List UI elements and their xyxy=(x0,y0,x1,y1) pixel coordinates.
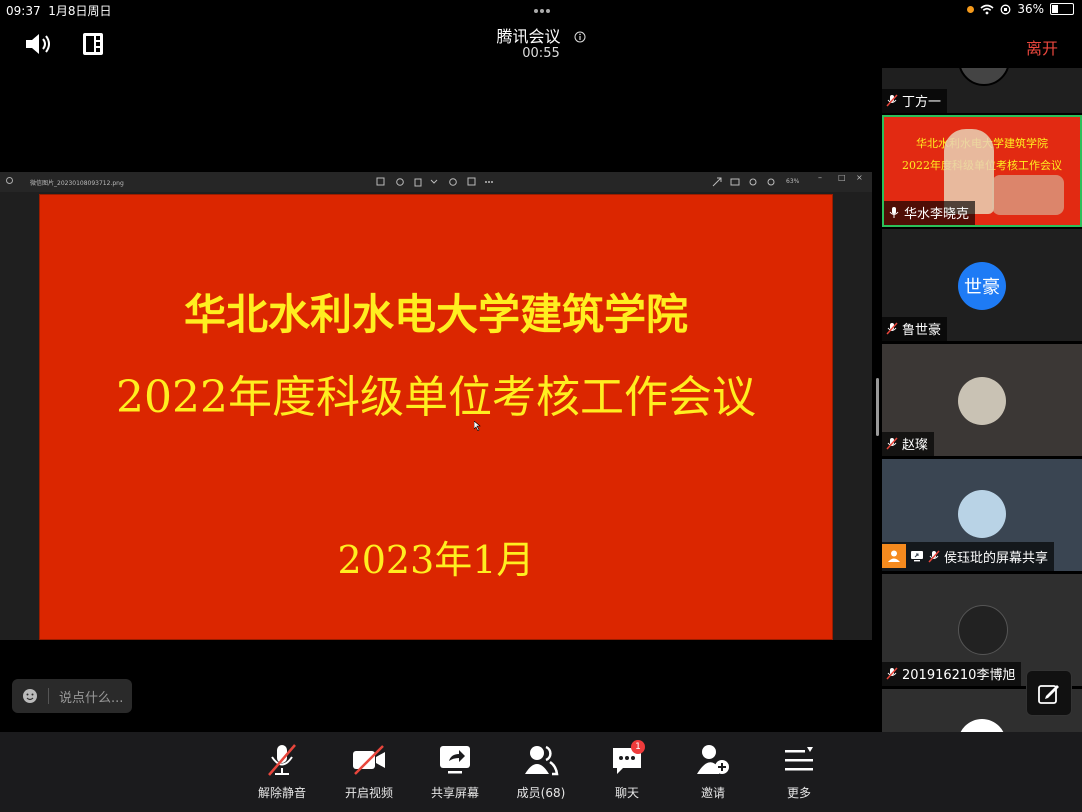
mouse-cursor-icon xyxy=(474,421,481,431)
wifi-icon xyxy=(980,4,994,14)
info-icon[interactable] xyxy=(574,31,586,43)
image-viewer-toolbar: 微信图片_20230108093712.png 63% – □ × xyxy=(0,172,872,192)
avatar xyxy=(958,719,1006,732)
slide-title: 华北水利水电大学建筑学院 xyxy=(183,290,688,339)
participant-list[interactable]: 丁方一 华北水利水电大学建筑学院 2022年度科级单位考核工作会议 华水李晓克 … xyxy=(880,68,1082,732)
screen-share-icon xyxy=(911,551,923,562)
viewer-zoom-level: 63% xyxy=(786,178,800,185)
avatar xyxy=(958,490,1006,538)
participant-label: 鲁世豪 xyxy=(882,317,948,341)
add-user-icon xyxy=(697,745,729,774)
participant-label: 201916210李博旭 xyxy=(882,662,1022,686)
viewer-filename: 微信图片_20230108093712.png xyxy=(30,180,124,187)
slide-subtitle: 2022年度科级单位考核工作会议 xyxy=(116,372,756,423)
chat-placeholder: 说点什么... xyxy=(59,690,124,706)
participant-tile[interactable]: 世豪 鲁世豪 xyxy=(882,229,1082,341)
window-close-icon[interactable]: × xyxy=(856,173,863,182)
avatar xyxy=(958,605,1008,655)
members-icon xyxy=(525,745,559,776)
mic-muted-icon xyxy=(268,744,296,776)
unmute-button[interactable]: 解除静音 xyxy=(242,742,322,801)
viewer-zoom-icon[interactable] xyxy=(712,177,782,187)
avatar: 世豪 xyxy=(958,262,1006,310)
mic-muted-icon xyxy=(886,322,898,335)
slide-date: 2023年1月 xyxy=(337,538,535,582)
participant-tile[interactable]: 赵璨 xyxy=(882,344,1082,456)
meeting-header: 腾讯会议 00:55 离开 xyxy=(0,9,1082,68)
window-maximize-icon[interactable]: □ xyxy=(838,173,846,182)
chat-button[interactable]: 1 聊天 xyxy=(587,740,667,801)
chat-unread-badge: 1 xyxy=(631,740,645,754)
more-button[interactable]: 更多 xyxy=(759,742,839,801)
annotate-button[interactable] xyxy=(1026,670,1072,716)
orientation-lock-icon xyxy=(1000,4,1011,14)
meeting-timer: 00:55 xyxy=(522,46,560,61)
more-dots-icon[interactable] xyxy=(533,8,551,14)
participant-tile[interactable]: 丁方一 xyxy=(882,68,1082,113)
share-screen-icon xyxy=(440,746,470,774)
mic-muted-icon xyxy=(886,94,898,107)
participant-tile-active[interactable]: 华北水利水电大学建筑学院 2022年度科级单位考核工作会议 华水李晓克 xyxy=(882,115,1082,227)
members-button[interactable]: 成员(68) xyxy=(501,742,581,801)
window-minimize-icon[interactable]: – xyxy=(818,173,822,182)
mic-active-icon xyxy=(889,207,899,218)
stage-scrollbar[interactable] xyxy=(876,378,879,436)
recording-dot-icon xyxy=(967,5,975,13)
invite-button[interactable]: 邀请 xyxy=(673,742,753,801)
participant-label: 侯珏玭的屏幕共享 xyxy=(882,542,1055,571)
avatar xyxy=(958,68,1010,86)
chat-divider xyxy=(48,688,49,704)
status-right: 36% xyxy=(967,2,1074,16)
viewer-tools-icon[interactable] xyxy=(376,177,496,187)
shared-slide: 华北水利水电大学建筑学院 2022年度科级单位考核工作会议 2023年1月 xyxy=(39,194,833,640)
viewer-app-icon xyxy=(6,177,13,184)
emoji-icon[interactable] xyxy=(22,688,38,704)
participant-tile[interactable]: 侯珏玭的屏幕共享 xyxy=(882,459,1082,571)
status-time: 09:37 1月8日周日 xyxy=(6,4,112,18)
avatar xyxy=(958,377,1006,425)
participant-label: 华水李晓克 xyxy=(884,201,976,225)
battery-icon xyxy=(1050,3,1074,15)
start-video-button[interactable]: 开启视频 xyxy=(329,742,409,801)
mic-muted-icon xyxy=(886,667,898,680)
chat-quick-input[interactable]: 说点什么... xyxy=(12,679,132,713)
leave-button[interactable]: 离开 xyxy=(1026,35,1058,59)
more-menu-icon xyxy=(785,747,813,771)
camera-off-icon xyxy=(353,745,385,775)
annotate-pen-icon xyxy=(1038,685,1059,704)
participant-label: 丁方一 xyxy=(882,89,948,113)
host-user-icon xyxy=(882,544,906,568)
share-screen-button[interactable]: 共享屏幕 xyxy=(415,742,495,801)
bottom-toolbar: 解除静音 开启视频 共享屏幕 成员(68) 1 聊天 邀请 更多 xyxy=(0,732,1082,812)
participant-label: 赵璨 xyxy=(882,432,935,456)
meeting-title: 腾讯会议 xyxy=(0,23,1082,47)
mic-muted-icon xyxy=(928,549,940,563)
mic-muted-icon xyxy=(886,437,898,450)
battery-percent: 36% xyxy=(1017,2,1044,16)
speaker-desk-image xyxy=(992,175,1064,215)
